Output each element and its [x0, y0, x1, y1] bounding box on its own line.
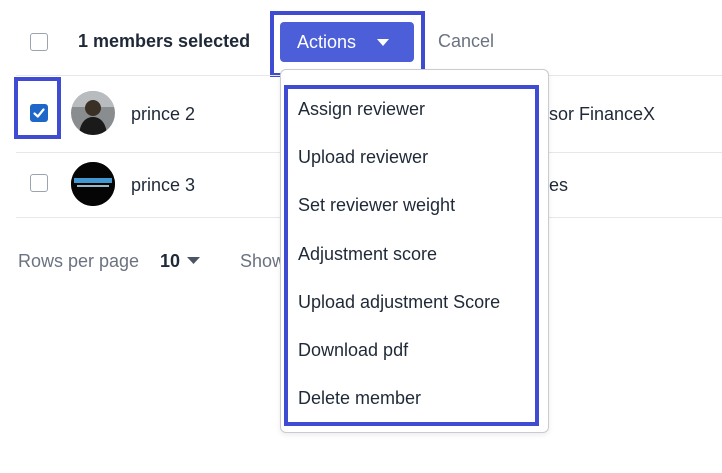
- checkmark-icon: [33, 108, 45, 118]
- member-name: prince 3: [131, 175, 196, 195]
- actions-button-label: Actions: [297, 31, 357, 52]
- selected-count-label: 1 members selected: [78, 31, 251, 51]
- menu-item-upload-reviewer[interactable]: Upload reviewer: [298, 147, 428, 168]
- member-detail-text: es: [549, 175, 569, 195]
- chevron-down-icon: [377, 39, 389, 46]
- pagination-showing-text: Show: [240, 251, 286, 271]
- members-page: 1 members selected Actions Cancel prince…: [0, 0, 722, 473]
- actions-button[interactable]: Actions: [280, 22, 414, 62]
- chevron-down-icon[interactable]: [187, 257, 200, 264]
- actions-menu: Assign reviewer Upload reviewer Set revi…: [280, 69, 549, 433]
- avatar: [71, 162, 115, 206]
- menu-item-set-reviewer-weight[interactable]: Set reviewer weight: [298, 195, 455, 216]
- rows-per-page-select[interactable]: 10: [160, 251, 180, 272]
- menu-item-upload-adjustment-score[interactable]: Upload adjustment Score: [298, 292, 500, 313]
- menu-item-assign-reviewer[interactable]: Assign reviewer: [298, 99, 425, 120]
- member-name: prince 2: [131, 104, 196, 124]
- avatar: [71, 91, 115, 135]
- menu-item-adjustment-score[interactable]: Adjustment score: [298, 244, 437, 265]
- row-checkbox[interactable]: [30, 104, 48, 122]
- member-detail-text: sor FinanceX: [549, 104, 656, 124]
- select-all-checkbox[interactable]: [30, 33, 48, 51]
- rows-per-page-label: Rows per page: [18, 251, 140, 271]
- menu-item-delete-member[interactable]: Delete member: [298, 388, 421, 409]
- menu-item-download-pdf[interactable]: Download pdf: [298, 340, 408, 361]
- row-checkbox[interactable]: [30, 174, 48, 192]
- cancel-button[interactable]: Cancel: [438, 31, 494, 52]
